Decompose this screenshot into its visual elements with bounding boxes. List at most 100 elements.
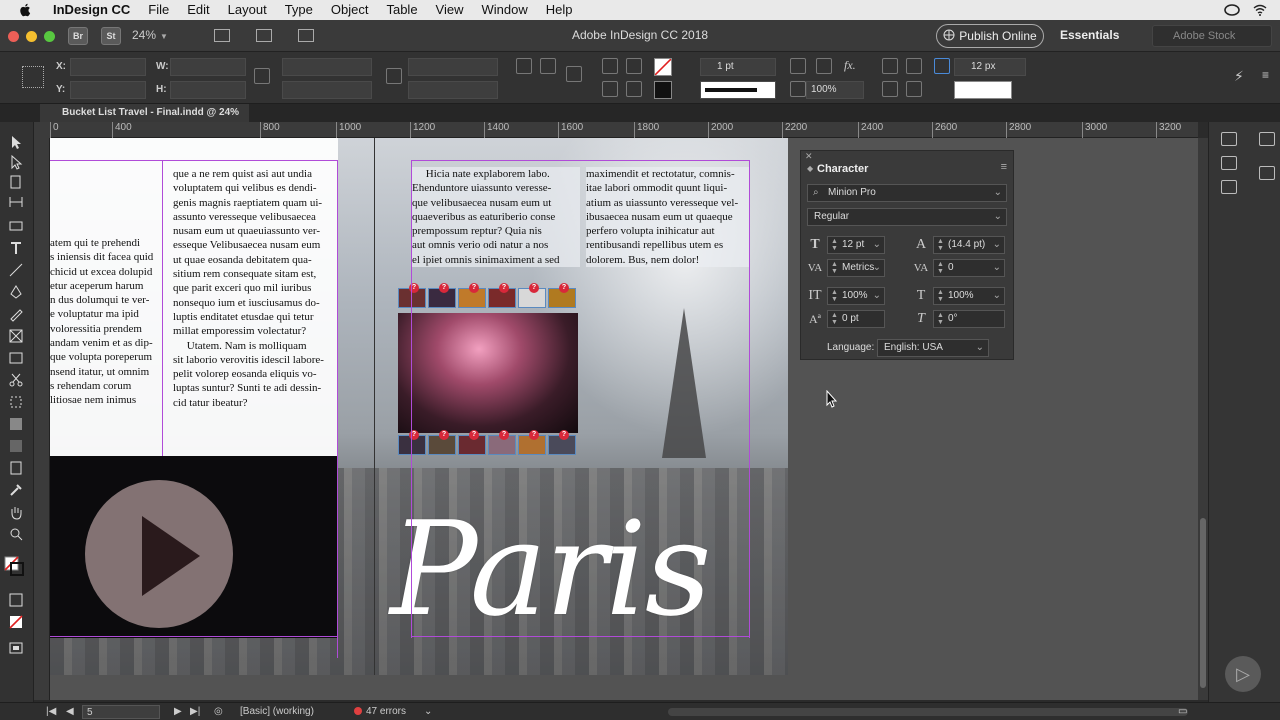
- thumbnail[interactable]: ?: [428, 283, 456, 308]
- previous-page-icon[interactable]: ◀: [66, 705, 74, 719]
- thumbnail[interactable]: ?: [398, 283, 426, 308]
- adobe-stock-search[interactable]: Adobe Stock: [1152, 25, 1272, 47]
- rotate-ccw-icon[interactable]: [540, 58, 556, 74]
- object-style-select[interactable]: [954, 81, 1012, 99]
- stepper-icon[interactable]: ▲ ▼: [831, 289, 838, 303]
- workspace-switcher[interactable]: Essentials: [1060, 28, 1119, 42]
- stepper-icon[interactable]: ▲ ▼: [831, 261, 838, 275]
- minimize-window-button[interactable]: [26, 31, 37, 42]
- cc-libraries-icon[interactable]: [1259, 166, 1275, 180]
- panel-menu-icon[interactable]: ≡: [1001, 161, 1007, 173]
- publish-online-button[interactable]: Publish Online: [936, 24, 1044, 48]
- fit-frame-icon[interactable]: [906, 81, 922, 97]
- select-content-icon[interactable]: [626, 81, 642, 97]
- gap-tool-icon[interactable]: [8, 194, 24, 210]
- ruler-origin[interactable]: [34, 122, 50, 138]
- menu-file[interactable]: File: [139, 0, 178, 20]
- view-options-icon[interactable]: [214, 29, 230, 42]
- pages-panel-icon[interactable]: [1221, 132, 1237, 146]
- menu-window[interactable]: Window: [473, 0, 537, 20]
- view-toggle-icon[interactable]: ▭: [1178, 705, 1187, 719]
- screen-mode-tool-icon[interactable]: [8, 640, 24, 656]
- panel-expand-icon[interactable]: [1259, 132, 1275, 146]
- pencil-tool-icon[interactable]: [8, 306, 24, 322]
- rectangle-frame-tool-icon[interactable]: [8, 328, 24, 344]
- direct-selection-tool-icon[interactable]: [8, 154, 24, 170]
- pen-tool-icon[interactable]: [8, 284, 24, 300]
- menu-help[interactable]: Help: [537, 0, 582, 20]
- constrain-proportions-icon[interactable]: [254, 68, 270, 84]
- play-overlay-icon[interactable]: ▷: [1225, 656, 1261, 692]
- document-canvas[interactable]: atem qui te prehendi s iniensis dit face…: [50, 138, 1198, 700]
- baseline-shift-field[interactable]: ▲ ▼ 0 pt: [827, 310, 885, 328]
- selection-tool-icon[interactable]: [8, 134, 24, 150]
- thumbnail[interactable]: ?: [488, 283, 516, 308]
- leading-field[interactable]: ▲ ▼ (14.4 pt) ⌄: [933, 236, 1005, 254]
- close-window-button[interactable]: [8, 31, 19, 42]
- preflight-profile[interactable]: [Basic] (working): [240, 705, 314, 719]
- effects-icon[interactable]: fx.: [844, 58, 856, 73]
- preflight-icon[interactable]: ◎: [214, 705, 223, 719]
- last-page-icon[interactable]: ▶|: [190, 705, 200, 719]
- layers-panel-icon[interactable]: [1221, 156, 1237, 170]
- concert-crowd-photo[interactable]: [398, 313, 578, 433]
- zoom-level[interactable]: 24%: [132, 28, 156, 42]
- gap-field[interactable]: 12 px: [954, 58, 1026, 76]
- stepper-icon[interactable]: ▲ ▼: [937, 261, 944, 275]
- gradient-feather-tool-icon[interactable]: [8, 438, 24, 454]
- links-panel-icon[interactable]: [1221, 180, 1237, 194]
- menu-edit[interactable]: Edit: [178, 0, 218, 20]
- select-container-icon[interactable]: [626, 58, 642, 74]
- stepper-icon[interactable]: ▲ ▼: [937, 312, 944, 326]
- corner-options-icon[interactable]: [790, 58, 806, 74]
- rotate-cw-icon[interactable]: [516, 58, 532, 74]
- apple-icon[interactable]: [16, 0, 34, 20]
- menu-table[interactable]: Table: [377, 0, 426, 20]
- kerning-field[interactable]: ▲ ▼ Metrics ⌄: [827, 259, 885, 277]
- opacity-icon[interactable]: [790, 81, 806, 97]
- right-body-text-column-2[interactable]: maximendit et rectotatur, comnis- itae l…: [586, 167, 750, 268]
- tracking-field[interactable]: ▲ ▼ 0 ⌄: [933, 259, 1005, 277]
- stepper-icon[interactable]: ▲ ▼: [937, 289, 944, 303]
- horizontal-scale-field[interactable]: ▲ ▼ 100% ⌄: [933, 287, 1005, 305]
- thumbnail[interactable]: ?: [548, 430, 576, 455]
- stepper-icon[interactable]: ▲ ▼: [937, 238, 944, 252]
- panel-close-icon[interactable]: ✕: [805, 151, 813, 162]
- thumbnail[interactable]: ?: [518, 430, 546, 455]
- content-collector-icon[interactable]: [8, 216, 24, 232]
- font-style-select[interactable]: Regular ⌄: [807, 208, 1007, 226]
- left-body-text-column-2[interactable]: que a ne rem quist asi aut undia volupta…: [173, 167, 339, 410]
- thumbnail[interactable]: ?: [398, 430, 426, 455]
- zoom-window-button[interactable]: [44, 31, 55, 42]
- menu-app-name[interactable]: InDesign CC: [44, 0, 139, 20]
- skew-field[interactable]: ▲ ▼ 0°: [933, 310, 1005, 328]
- free-transform-tool-icon[interactable]: [8, 394, 24, 410]
- formatting-container-icon[interactable]: [8, 592, 24, 608]
- fireworks-video-frame[interactable]: [50, 456, 338, 638]
- note-tool-icon[interactable]: [8, 460, 24, 476]
- paris-headline[interactable]: Paris: [390, 493, 712, 645]
- gradient-swatch-tool-icon[interactable]: [8, 416, 24, 432]
- scale-x-field[interactable]: [282, 58, 372, 76]
- text-wrap-none-icon[interactable]: [882, 58, 898, 74]
- language-select[interactable]: English: USA ⌄: [877, 339, 989, 357]
- hand-tool-icon[interactable]: [8, 504, 24, 520]
- bridge-button[interactable]: Br: [68, 27, 88, 45]
- scissors-tool-icon[interactable]: [8, 372, 24, 388]
- path-type-icon[interactable]: [566, 66, 582, 82]
- font-size-field[interactable]: ▲ ▼ 12 pt ⌄: [827, 236, 885, 254]
- h-field[interactable]: [170, 81, 246, 99]
- thumbnail[interactable]: ?: [518, 283, 546, 308]
- rectangle-tool-icon[interactable]: [8, 350, 24, 366]
- wifi-icon[interactable]: [1252, 4, 1268, 16]
- stroke-weight-field[interactable]: 1 pt: [700, 58, 776, 76]
- horizontal-ruler[interactable]: 0 400 800 1000 1200 1400 1600 1800 2000 …: [50, 122, 1198, 138]
- menu-view[interactable]: View: [427, 0, 473, 20]
- first-page-icon[interactable]: |◀: [46, 705, 56, 719]
- y-field[interactable]: [70, 81, 146, 99]
- font-family-select[interactable]: ⌕ Minion Pro ⌄: [807, 184, 1007, 202]
- stroke-swatch-icon[interactable]: [654, 81, 672, 99]
- horizontal-scrollbar[interactable]: [668, 708, 1188, 716]
- vertical-scale-field[interactable]: ▲ ▼ 100% ⌄: [827, 287, 885, 305]
- menu-type[interactable]: Type: [276, 0, 322, 20]
